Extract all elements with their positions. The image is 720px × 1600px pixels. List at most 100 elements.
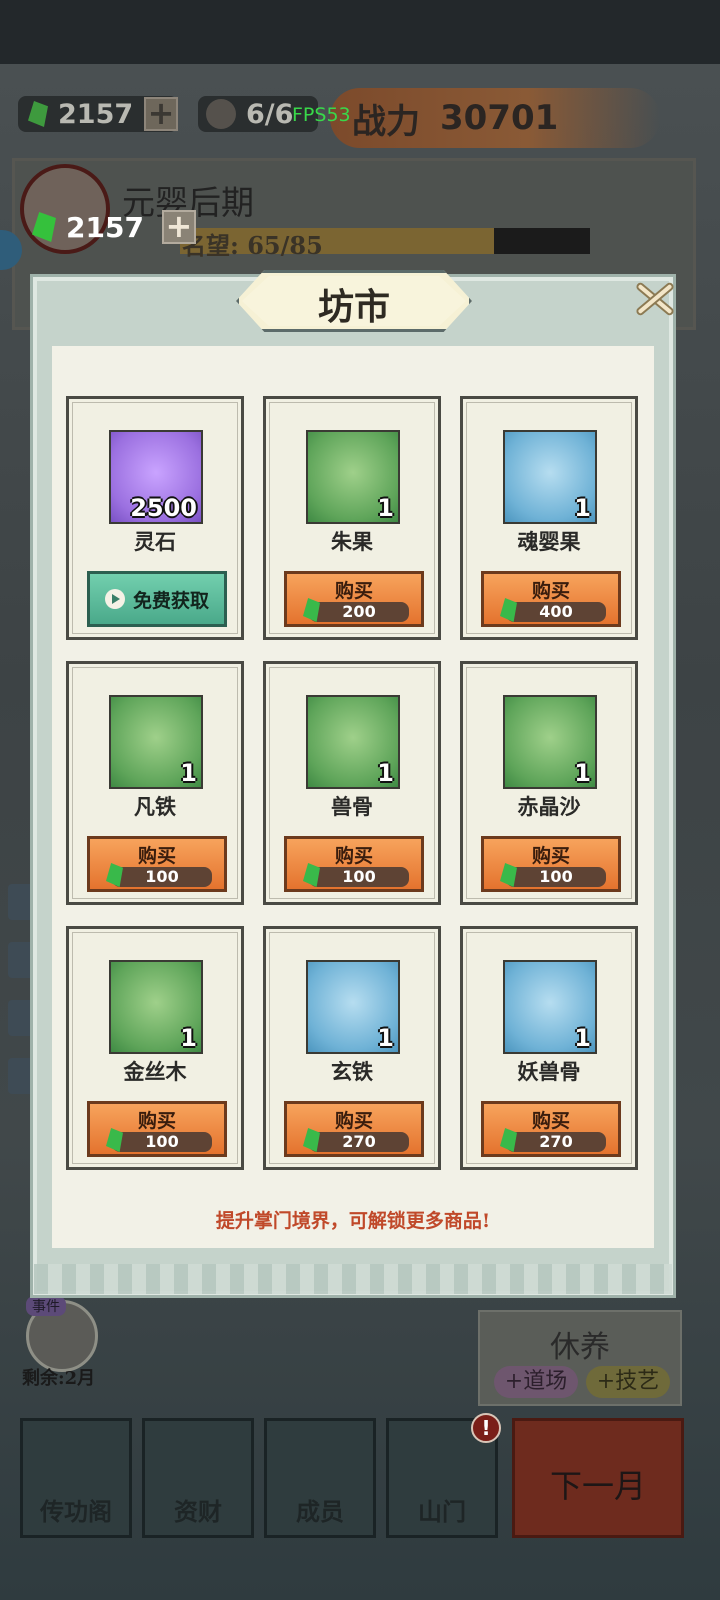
nav-mountain-gate[interactable]: 山门 ! (386, 1413, 501, 1538)
beast-bone-icon[interactable]: 1 (306, 695, 400, 789)
item-name: 灵石 (134, 529, 176, 554)
combat-power: 战力 30701 (330, 88, 660, 148)
item-name: 凡铁 (134, 794, 176, 819)
price-value: 200 (342, 602, 376, 621)
item-quantity: 1 (180, 1024, 197, 1052)
item-name: 赤晶沙 (517, 794, 581, 819)
item-quantity: 1 (377, 494, 394, 522)
vermilion-fruit-icon[interactable]: 1 (306, 430, 400, 524)
skill-tag[interactable]: +技艺 (586, 1366, 670, 1398)
item-card: 1 兽骨 购买 100 (263, 661, 441, 905)
modal-pattern (34, 1264, 672, 1294)
soul-infant-fruit-icon[interactable]: 1 (503, 430, 597, 524)
price-pill: 270 (500, 1128, 606, 1152)
free-get-button[interactable]: 免费获取 (87, 571, 227, 627)
buy-button[interactable]: 购买 400 (481, 571, 621, 627)
next-month-button[interactable]: 下一月 (512, 1418, 684, 1538)
dark-iron-icon[interactable]: 1 (306, 960, 400, 1054)
gem-resource: 2157 + (18, 96, 178, 132)
item-quantity: 1 (180, 759, 197, 787)
item-card: 1 玄铁购买 270 (263, 926, 441, 1170)
nav-members[interactable]: 成员 (264, 1418, 376, 1538)
close-button[interactable] (628, 276, 680, 322)
item-card: 1 朱果购买 200 (263, 396, 441, 640)
buy-label: 购买 (137, 845, 176, 867)
remaining-time: 剩余:2月 (22, 1368, 96, 1389)
buy-button[interactable]: 购买 200 (284, 571, 424, 627)
unlock-tip: 提升掌门境界，可解锁更多商品! (215, 1210, 491, 1232)
price-value: 100 (145, 867, 179, 886)
price-value: 270 (342, 1132, 376, 1151)
gem-count: 2157 (58, 98, 134, 130)
item-name: 金丝木 (123, 1059, 187, 1084)
spirit-stone-icon[interactable]: 2500 (109, 430, 203, 524)
item-card: 2500 灵石免费获取 (66, 396, 244, 640)
buy-label: 购买 (334, 845, 373, 867)
buy-button[interactable]: 购买 100 (284, 836, 424, 892)
fame-text: 名望: 65/85 (182, 226, 323, 261)
price-value: 270 (539, 1132, 573, 1151)
item-quantity: 1 (574, 494, 591, 522)
price-pill: 100 (106, 863, 212, 887)
fame-value: 65/85 (247, 231, 323, 260)
add-gems-button[interactable]: + (144, 97, 178, 131)
item-card: 1 妖兽骨 购买 270 (460, 926, 638, 1170)
buy-label: 购买 (334, 1110, 373, 1132)
price-pill: 270 (303, 1128, 409, 1152)
power-value: 30701 (440, 98, 559, 138)
free-get-label: 免费获取 (132, 589, 209, 612)
power-label: 战力 (352, 101, 420, 142)
rest-panel[interactable]: 休养 +道场 +技艺 (478, 1310, 682, 1406)
fps-counter: FPS53 (292, 104, 351, 126)
buy-label: 购买 (531, 845, 570, 867)
item-card: 1 魂婴果购买 400 (460, 396, 638, 640)
buy-label: 购买 (334, 580, 373, 602)
demon-beast-bone-icon[interactable]: 1 (503, 960, 597, 1054)
rest-title: 休养 (550, 1330, 610, 1365)
item-card: 1 赤晶沙购买 100 (460, 661, 638, 905)
member-icon (206, 99, 236, 129)
add-gems-overlay-button[interactable]: + (161, 210, 196, 244)
buy-label: 购买 (531, 1110, 570, 1132)
buy-button[interactable]: 购买 100 (87, 1101, 227, 1157)
item-quantity: 2500 (130, 494, 197, 522)
market-title-plate: 坊市 (236, 270, 472, 332)
market-title: 坊市 (317, 286, 390, 328)
price-value: 100 (539, 867, 573, 886)
play-video-icon (104, 589, 125, 609)
item-card: 1 凡铁购买 100 (66, 661, 244, 905)
buy-button[interactable]: 购买 270 (284, 1101, 424, 1157)
golden-wood-icon[interactable]: 1 (109, 960, 203, 1054)
gem-icon (28, 101, 48, 127)
next-month-label: 下一月 (549, 1467, 646, 1505)
buy-button[interactable]: 购买 270 (481, 1101, 621, 1157)
nav-wealth[interactable]: 资财 (142, 1418, 254, 1538)
item-quantity: 1 (574, 759, 591, 787)
item-name: 玄铁 (331, 1059, 373, 1084)
gem-overlay-count: 2157 (66, 210, 144, 244)
price-pill: 100 (106, 1128, 212, 1152)
nav-label: 传功阁 (40, 1497, 112, 1526)
buy-button[interactable]: 购买 100 (87, 836, 227, 892)
red-crystal-sand-icon[interactable]: 1 (503, 695, 597, 789)
price-pill: 200 (303, 598, 409, 622)
member-count: 6/6 (246, 98, 294, 130)
alert-badge: ! (471, 1413, 501, 1443)
price-value: 100 (342, 867, 376, 886)
price-value: 400 (539, 602, 573, 621)
item-quantity: 1 (377, 1024, 394, 1052)
dojo-tag[interactable]: +道场 (494, 1366, 578, 1398)
gem-overlay: 2157 + (32, 210, 196, 244)
item-name: 魂婴果 (517, 529, 581, 554)
nav-chuangong[interactable]: 传功阁 (20, 1418, 132, 1538)
item-quantity: 1 (574, 1024, 591, 1052)
nav-label: 山门 (418, 1497, 466, 1526)
price-pill: 100 (303, 863, 409, 887)
iron-ingot-icon[interactable]: 1 (109, 695, 203, 789)
event-tag: 事件 (26, 1296, 66, 1316)
buy-label: 购买 (531, 580, 570, 602)
buy-button[interactable]: 购买 100 (481, 836, 621, 892)
item-name: 朱果 (331, 529, 373, 554)
gem-icon (32, 212, 56, 242)
nav-label: 资财 (174, 1497, 222, 1526)
